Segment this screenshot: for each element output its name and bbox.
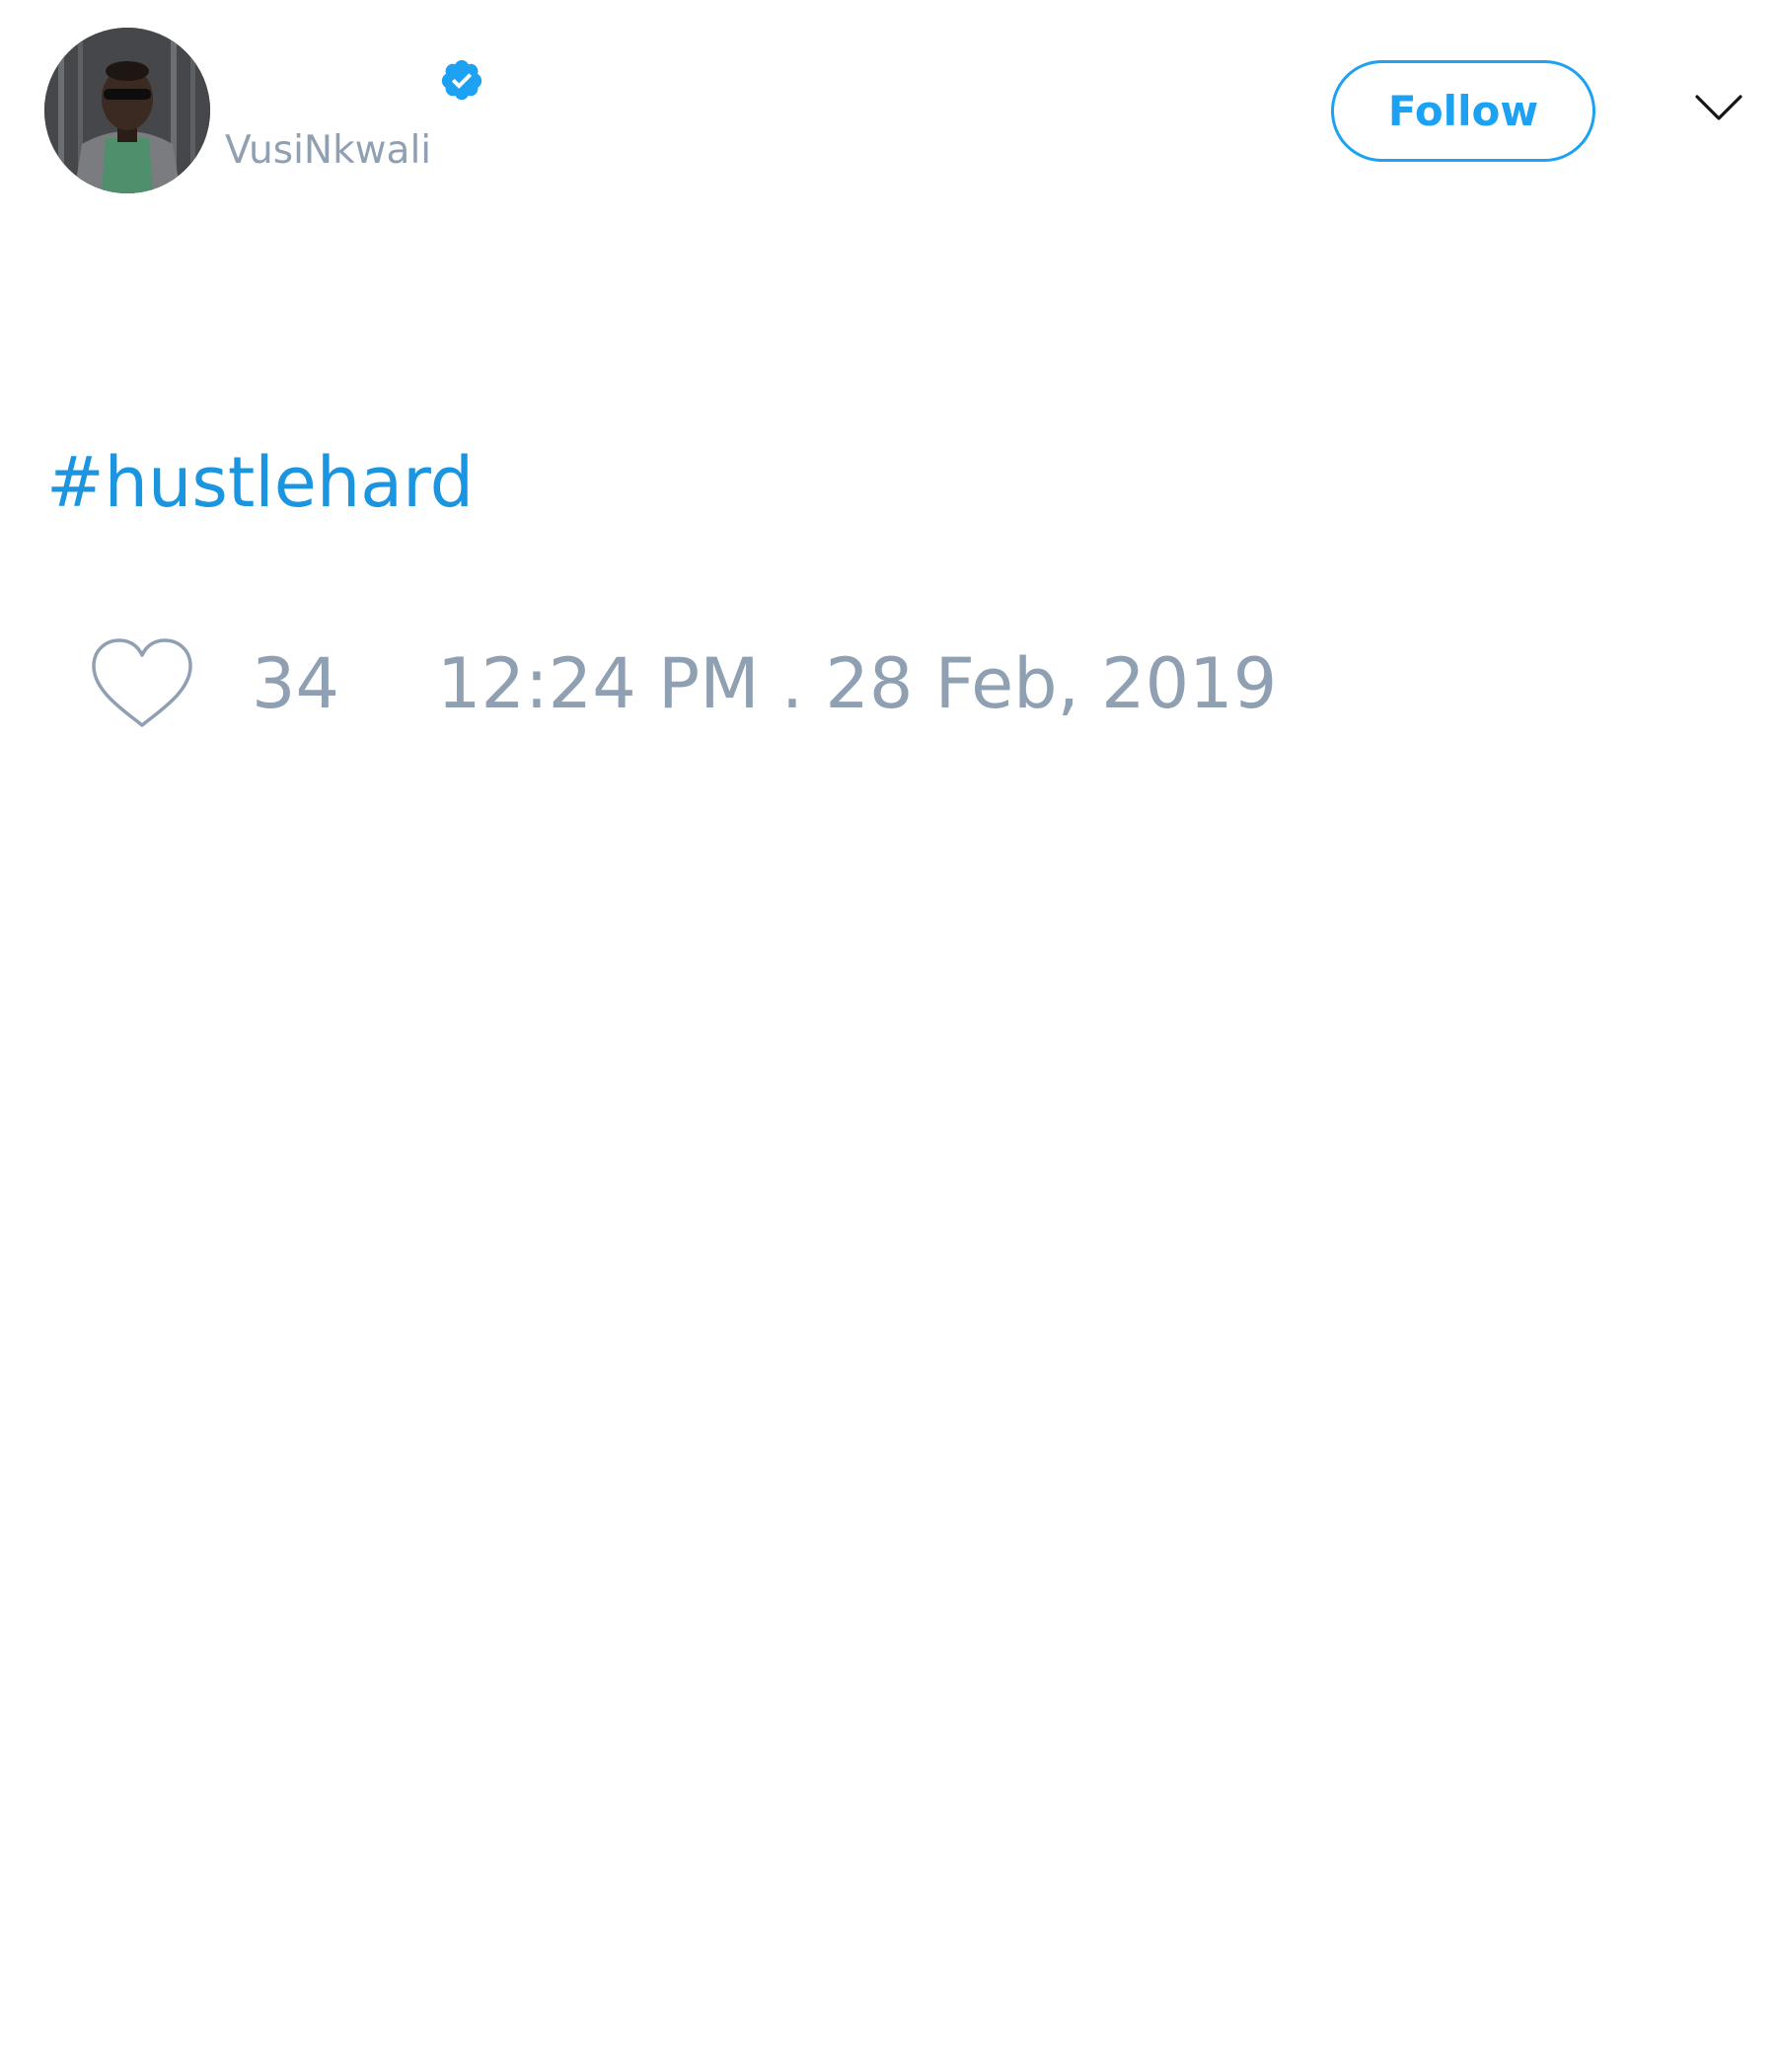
avatar-photo-image <box>44 28 210 193</box>
author-avatar[interactable] <box>44 28 210 193</box>
heart-icon[interactable] <box>90 636 194 731</box>
author-handle[interactable]: VusiNkwali <box>225 126 431 176</box>
follow-button[interactable]: Follow <box>1331 60 1595 162</box>
tweet-timestamp[interactable]: 12:24 PM . 28 Feb, 2019 <box>437 643 1277 724</box>
like-count: 34 <box>252 643 340 724</box>
chevron-down-icon[interactable] <box>1694 92 1743 123</box>
verified-badge-icon <box>441 59 482 101</box>
hashtag-link[interactable]: #hustlehard <box>46 440 474 525</box>
